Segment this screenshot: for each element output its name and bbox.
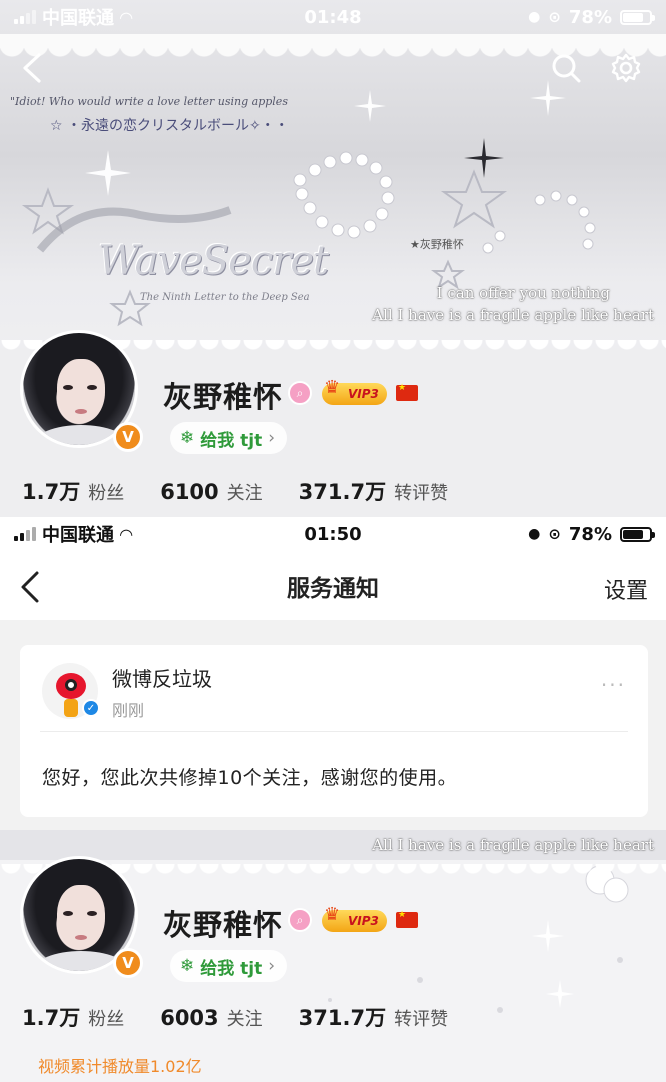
following-label[interactable]: 关注 xyxy=(227,1005,263,1031)
engagement-label: 转评赞 xyxy=(394,1009,449,1030)
china-flag-icon xyxy=(396,383,418,401)
followers-count[interactable]: 1.7万 xyxy=(22,476,80,506)
vip-badge[interactable]: ♛ VIP3 xyxy=(322,904,387,932)
search-icon xyxy=(552,54,581,83)
banner-caption: "Idiot! Who would write a love letter us… xyxy=(10,95,288,108)
banner-quote-2: All I have is a fragile apple like heart xyxy=(372,306,654,324)
person-icon: ● xyxy=(528,9,541,25)
followers-label[interactable]: 粉丝 xyxy=(88,1005,124,1031)
gift-label: 给我 tjt xyxy=(200,958,263,979)
nav-bar: 服务通知 设置 xyxy=(0,551,666,619)
user-name: 灰野稚怀 xyxy=(163,380,284,414)
vip-label: VIP3 xyxy=(348,387,379,401)
person-icon: ● xyxy=(528,526,541,542)
gift-button[interactable]: ❄ 给我 tjt › xyxy=(170,950,288,982)
search-button[interactable] xyxy=(544,46,588,90)
banner-quote-2: All I have is a fragile apple like heart xyxy=(372,836,654,854)
sender-avatar[interactable]: ✓ xyxy=(42,663,100,719)
battery-percent: 78% xyxy=(568,6,612,28)
battery-icon xyxy=(620,526,655,542)
notification-message: 您好，您此次共修掉10个关注，感谢您的使用。 xyxy=(42,767,458,789)
profile-screenshot-2: All I have is a fragile apple like heart… xyxy=(0,830,666,1082)
user-name: 灰野稚怀 xyxy=(163,908,284,942)
following-label[interactable]: 关注 xyxy=(227,479,263,505)
notification-time: 刚刚 xyxy=(112,701,145,720)
snowflake-icon: ❄ xyxy=(180,428,195,448)
settings-link[interactable]: 设置 xyxy=(604,573,648,605)
status-bar: 中国联通 ◠ 01:48 ● ⊙ 78% xyxy=(0,0,666,34)
verified-badge: V xyxy=(113,422,143,452)
video-play-count[interactable]: 视频累计播放量1.02亿 xyxy=(38,1053,202,1077)
status-right: ● ⊙ 78% xyxy=(528,6,655,28)
followers-count[interactable]: 1.7万 xyxy=(22,1002,80,1032)
rotation-lock-icon: ⊙ xyxy=(548,525,561,543)
search-badge-icon[interactable]: ⌕ xyxy=(288,381,312,405)
battery-icon xyxy=(620,9,655,25)
banner-quote-1: I can offer you nothing xyxy=(436,284,610,302)
back-icon xyxy=(23,53,41,83)
more-options-icon[interactable]: ··· xyxy=(601,673,626,697)
gear-icon xyxy=(611,53,641,83)
sender-name[interactable]: 微博反垃圾 xyxy=(112,663,212,692)
divider xyxy=(40,731,628,732)
engagement-count: 371.7万 xyxy=(298,480,387,504)
crown-icon: ♛ xyxy=(324,377,341,398)
vip-badge[interactable]: ♛ VIP3 xyxy=(322,377,387,405)
back-button[interactable] xyxy=(10,46,54,90)
verified-badge: V xyxy=(113,948,143,978)
chevron-right-icon: › xyxy=(268,956,276,976)
followers-label[interactable]: 粉丝 xyxy=(88,479,124,505)
gift-button[interactable]: ❄ 给我 tjt › xyxy=(170,422,288,454)
crown-icon: ♛ xyxy=(324,904,341,925)
chevron-right-icon: › xyxy=(268,428,276,448)
banner-brand: WaveSecret xyxy=(98,238,329,284)
status-bar: 中国联通 ◠ 01:50 ● ⊙ 78% xyxy=(0,517,666,551)
stats-row: 1.7万 粉丝 6100 关注 371.7万 转评赞 xyxy=(22,476,484,506)
stats-row: 1.7万 粉丝 6003 关注 371.7万 转评赞 xyxy=(22,1002,484,1032)
page-title: 服务通知 xyxy=(287,576,379,602)
vip-label: VIP3 xyxy=(348,914,379,928)
battery-percent: 78% xyxy=(568,523,612,545)
banner-brand-sub: The Ninth Letter to the Deep Sea xyxy=(140,292,310,303)
notification-card[interactable]: ✓ 微博反垃圾 刚刚 ··· 您好，您此次共修掉10个关注，感谢您的使用。 xyxy=(20,645,648,817)
banner-subcaption: ☆ ・永遠の恋クリスタルボール✧・・ xyxy=(50,118,289,134)
banner-tag: ★灰野稚怀 xyxy=(410,238,464,251)
status-right: ● ⊙ 78% xyxy=(528,523,655,545)
rotation-lock-icon: ⊙ xyxy=(548,8,561,26)
search-badge-icon[interactable]: ⌕ xyxy=(288,908,312,932)
service-notification-screenshot: 中国联通 ◠ 01:50 ● ⊙ 78% 服务通知 设置 ✓ 微博反垃圾 刚刚 … xyxy=(0,517,666,830)
engagement-label: 转评赞 xyxy=(394,483,449,504)
engagement-count: 371.7万 xyxy=(298,1006,387,1030)
following-count[interactable]: 6003 xyxy=(160,1006,218,1030)
profile-screenshot-1: 中国联通 ◠ 01:48 ● ⊙ 78% "Idiot! Who would w… xyxy=(0,0,666,517)
verified-blue-icon: ✓ xyxy=(82,699,100,717)
following-count[interactable]: 6100 xyxy=(160,480,218,504)
china-flag-icon xyxy=(396,910,418,928)
snowflake-icon: ❄ xyxy=(180,956,195,976)
gift-label: 给我 tjt xyxy=(200,430,263,451)
settings-button[interactable] xyxy=(604,46,648,90)
